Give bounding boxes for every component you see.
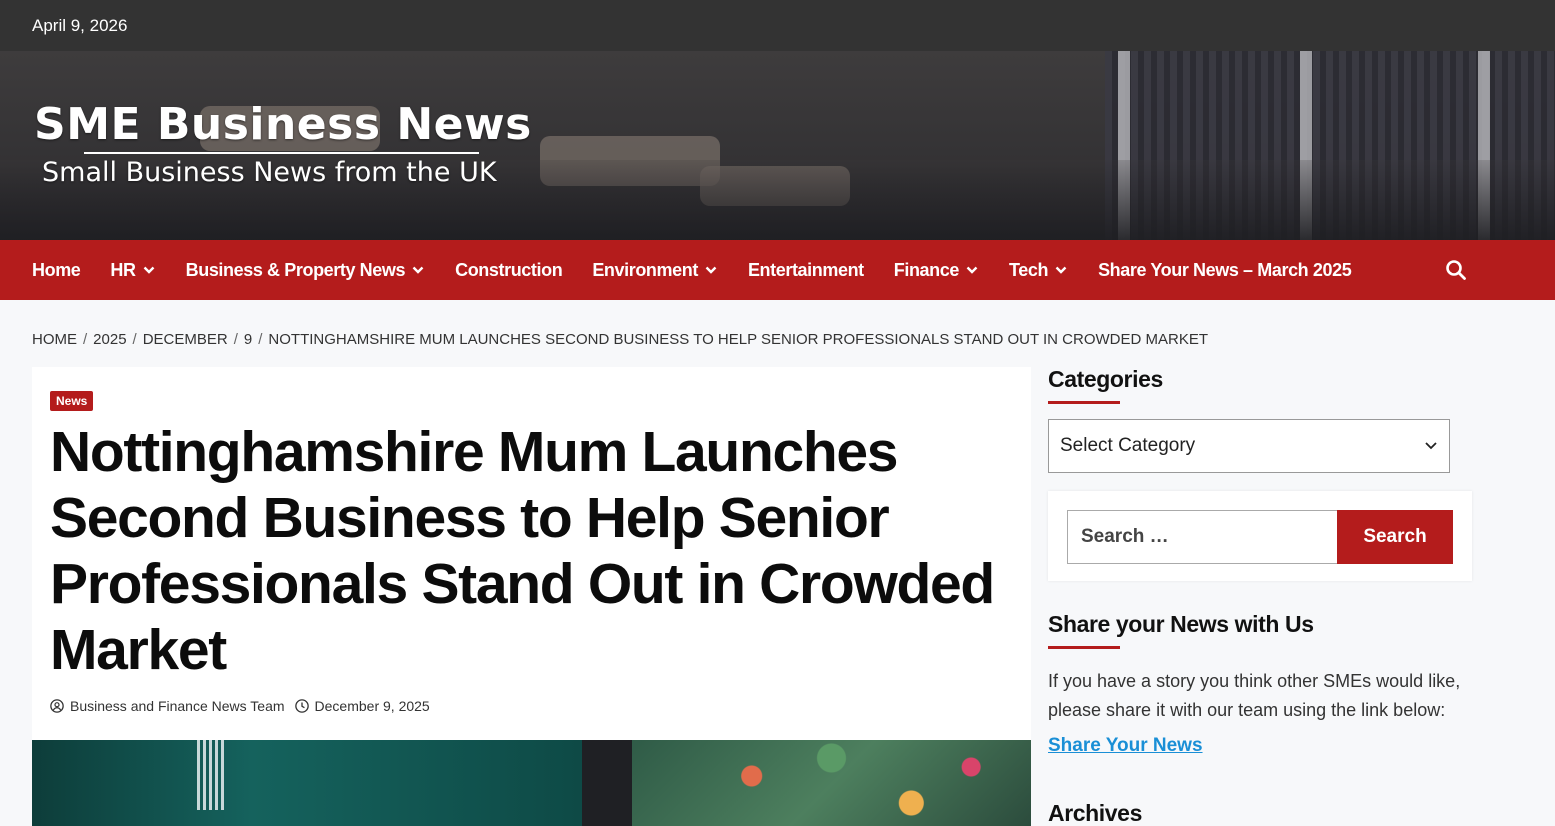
search-widget: Search [1048,491,1472,581]
nav-item-entertainment[interactable]: Entertainment [748,260,864,281]
breadcrumb-item: NOTTINGHAMSHIRE MUM LAUNCHES SECOND BUSI… [268,331,1209,348]
masthead-banner: SME Business News Small Business News fr… [0,51,1555,240]
search-icon[interactable] [1445,259,1467,281]
title-underline [1048,401,1120,404]
site-title[interactable]: SME Business News [34,103,532,147]
site-brand[interactable]: SME Business News Small Business News fr… [34,103,532,189]
share-news-link[interactable]: Share Your News [1048,735,1203,757]
share-news-title: Share your News with Us [1048,611,1314,637]
nav-item-hr[interactable]: HR [110,260,155,281]
category-select[interactable]: Select Category [1048,419,1450,473]
site-tagline: Small Business News from the UK [42,157,497,188]
nav-item-construction[interactable]: Construction [455,259,563,281]
breadcrumb-item[interactable]: 2025 [93,331,126,348]
categories-title: Categories [1048,366,1163,392]
breadcrumb-item[interactable]: DECEMBER [143,331,228,348]
nav-item-tech[interactable]: Tech [1009,260,1068,281]
chevron-down-icon [705,266,717,274]
nav-item-environment[interactable]: Environment [592,260,718,281]
article-headline: Nottinghamshire Mum Launches Second Busi… [50,420,995,682]
chevron-down-icon [143,266,154,274]
share-news-text: If you have a story you think other SMEs… [1048,671,1461,720]
image-decor [197,740,227,810]
chevron-down-icon [1425,442,1437,450]
user-icon [50,699,64,713]
nav-item-label: Share Your News – March 2025 [1098,259,1352,280]
breadcrumb-separator: / [233,331,238,348]
breadcrumb-item[interactable]: HOME [32,331,77,348]
breadcrumb: HOME / 2025 / DECEMBER / 9 / NOTTINGHAMSHIRE MUM… [32,331,1208,348]
nav-item-label: Construction [455,259,563,280]
breadcrumb-separator: / [258,331,263,348]
category-badge[interactable]: News [50,391,94,411]
breadcrumb-item[interactable]: 9 [244,331,252,348]
nav-item-finance[interactable]: Finance [894,260,979,281]
nav-item-label: Entertainment [747,259,864,280]
search-button[interactable]: Search [1337,510,1453,564]
sidebar: Categories Select Category Search Share … [1048,366,1472,826]
category-select-value: Select Category [1060,435,1196,456]
clock-icon [294,699,309,713]
breadcrumb-separator: / [83,331,88,348]
chevron-down-icon [412,266,424,274]
chevron-down-icon [966,266,978,274]
article-header: News Nottinghamshire Mum Launches Second… [32,367,1031,826]
nav-item-share-your-news-march-2025[interactable]: Share Your News – March 2025 [1098,259,1352,281]
main-navigation: Home HR Business & Property News Constructi… [0,240,1555,300]
nav-item-label: Home [32,259,81,280]
article-date: December 9, 2025 [314,698,430,714]
image-decor [32,740,582,826]
nav-item-label: HR [110,259,136,280]
nav-item-label: Finance [893,259,960,280]
chevron-down-icon [1055,266,1067,274]
article-meta: Business and Finance News Team December … [50,698,430,714]
nav-item-label: Tech [1008,259,1049,280]
top-bar: April 9, 2026 [0,0,1555,51]
article-author[interactable]: Business and Finance News Team [70,698,285,714]
archives-title: Archives [1048,800,1142,826]
featured-image [32,740,1031,826]
nav-item-business-property-news[interactable]: Business & Property News [186,260,425,281]
breadcrumb-separator: / [132,331,137,348]
nav-item-home[interactable]: Home [32,259,81,281]
image-decor [632,740,1031,826]
nav-item-label: Environment [592,259,698,280]
title-underline [1048,646,1120,649]
nav-item-label: Business & Property News [185,259,406,280]
search-input[interactable] [1067,510,1338,564]
current-date: April 9, 2026 [32,15,128,35]
brand-divider [84,152,479,154]
image-decor [582,740,632,826]
